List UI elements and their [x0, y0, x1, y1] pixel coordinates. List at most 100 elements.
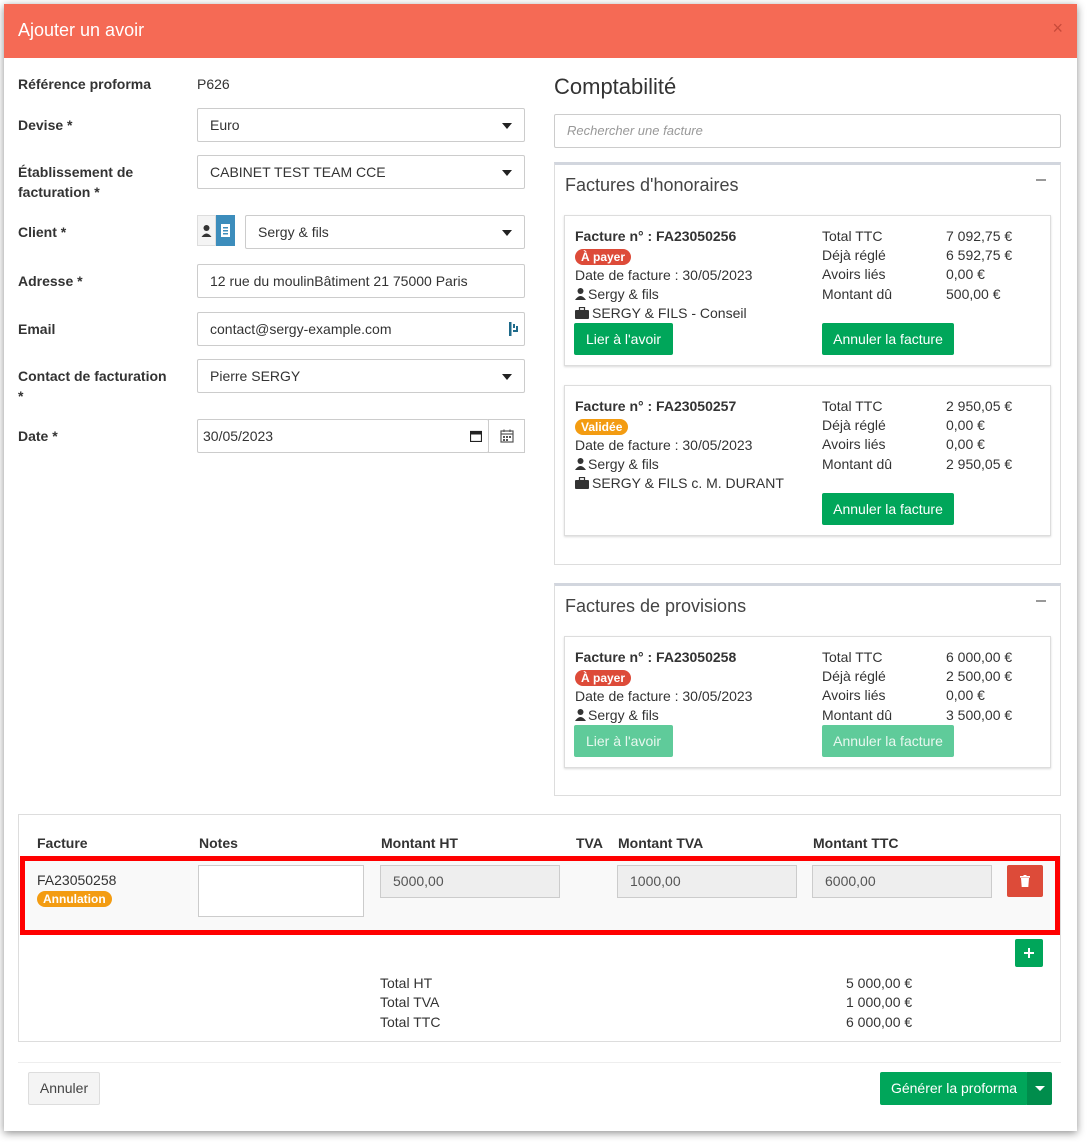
montant-ht-input[interactable]: 5000,00	[380, 865, 560, 898]
total-ttc-value: 7 092,75 €	[946, 228, 1013, 244]
modal-header: Ajouter un avoir ×	[4, 4, 1077, 58]
building-icon	[221, 224, 230, 237]
etab-value: CABINET TEST TEAM CCE	[210, 164, 386, 180]
montant-du-label: Montant dû	[822, 456, 893, 472]
user-icon	[575, 288, 586, 300]
honoraires-panel: Factures d'honoraires Facture n° : FA230…	[554, 162, 1061, 565]
invoice-card-1: Facture n° : FA23050256 À payer Date de …	[564, 215, 1051, 366]
avoirs-lies-label: Avoirs liés	[822, 266, 886, 282]
total-ttc-label: Total TTC	[380, 1014, 441, 1030]
compta-title: Comptabilité	[554, 74, 677, 99]
deja-regle-value: 2 500,00 €	[946, 668, 1013, 684]
contact-label: Contact de facturation *	[18, 366, 167, 406]
montant-du-label: Montant dû	[822, 707, 893, 723]
avoirs-lies-value: 0,00 €	[946, 687, 985, 703]
montant-du-value: 500,00 €	[946, 286, 1001, 302]
annulation-badge: Annulation	[37, 891, 112, 907]
status-badge: Validée	[575, 419, 629, 435]
devise-value: Euro	[210, 117, 240, 133]
close-icon[interactable]: ×	[1052, 18, 1063, 39]
total-ht-label: Total HT	[380, 975, 433, 991]
user-icon	[201, 225, 212, 237]
invoice-card-3: Facture n° : FA23050258 À payer Date de …	[564, 636, 1051, 768]
avoirs-lies-label: Avoirs liés	[822, 436, 886, 452]
cancel-invoice-button[interactable]: Annuler la facture	[822, 323, 954, 355]
adresse-label: Adresse *	[18, 273, 83, 289]
header-tva: TVA	[576, 835, 603, 851]
trash-icon	[1020, 875, 1030, 887]
client-select[interactable]: Sergy & fils	[245, 215, 525, 249]
montant-tva-input[interactable]: 1000,00	[617, 865, 797, 898]
honoraires-title: Factures d'honoraires	[565, 175, 739, 195]
contact-value: Pierre SERGY	[210, 368, 301, 384]
header-notes: Notes	[199, 835, 238, 851]
devise-label: Devise *	[18, 117, 73, 133]
contact-select[interactable]: Pierre SERGY	[197, 359, 525, 393]
company-toggle-button[interactable]	[216, 215, 235, 246]
minus-icon[interactable]	[1036, 179, 1046, 181]
modal-title: Ajouter un avoir	[18, 20, 145, 40]
montant-du-value: 2 950,05 €	[946, 456, 1013, 472]
table-row: FA23050258 Annulation 5000,00 1000,00 60…	[20, 856, 1060, 935]
user-icon	[575, 458, 586, 470]
client-value: Sergy & fils	[258, 224, 329, 240]
date-input[interactable]: 30/05/2023	[197, 419, 489, 453]
etab-label-line1: Établissement de	[18, 164, 134, 180]
avoirs-lies-value: 0,00 €	[946, 266, 985, 282]
devise-select[interactable]: Euro	[197, 108, 525, 142]
invoice-client: Sergy & fils	[575, 706, 659, 725]
link-invoice-button[interactable]: Lier à l'avoir	[574, 323, 673, 355]
status-badge: À payer	[575, 249, 632, 265]
add-row-button[interactable]	[1015, 939, 1043, 967]
calendar-picker-icon[interactable]	[470, 430, 482, 442]
cancel-invoice-button[interactable]: Annuler la facture	[822, 725, 954, 757]
minus-icon[interactable]	[1036, 600, 1046, 602]
calendar-button[interactable]	[488, 419, 525, 453]
chevron-down-icon	[502, 123, 512, 129]
total-ttc-label: Total TTC	[822, 228, 883, 244]
plus-icon	[1024, 948, 1034, 958]
cancel-invoice-button[interactable]: Annuler la facture	[822, 493, 954, 525]
header-montant-ht: Montant HT	[381, 835, 458, 851]
cancel-button[interactable]: Annuler	[28, 1072, 100, 1105]
person-toggle-button[interactable]	[197, 215, 216, 246]
date-value: 30/05/2023	[203, 428, 274, 444]
invoice-mission: SERGY & FILS - Conseil	[575, 304, 747, 323]
client-name: Sergy & fils	[588, 286, 659, 302]
generate-options-button[interactable]	[1027, 1072, 1052, 1105]
user-icon	[575, 709, 586, 721]
invoice-date: Date de facture : 30/05/2023	[575, 267, 753, 283]
contact-card-icon[interactable]	[508, 321, 520, 337]
delete-row-button[interactable]	[1007, 865, 1043, 897]
deja-regle-value: 6 592,75 €	[946, 247, 1013, 263]
chevron-down-icon	[502, 374, 512, 380]
invoice-card-2: Facture n° : FA23050257 Validée Date de …	[564, 385, 1051, 536]
total-tva-label: Total TVA	[380, 994, 440, 1010]
deja-regle-value: 0,00 €	[946, 417, 985, 433]
caret-down-icon	[1035, 1086, 1045, 1091]
header-facture: Facture	[37, 835, 88, 851]
total-ttc-value: 6 000,00 €	[946, 649, 1013, 665]
mission-name: SERGY & FILS - Conseil	[592, 305, 747, 321]
etab-select[interactable]: CABINET TEST TEAM CCE	[197, 155, 525, 189]
montant-ttc-input[interactable]: 6000,00	[812, 865, 992, 898]
link-invoice-button[interactable]: Lier à l'avoir	[574, 725, 673, 757]
invoice-mission: SERGY & FILS c. M. DURANT	[575, 474, 784, 493]
adresse-input[interactable]: 12 rue du moulinBâtiment 21 75000 Paris	[197, 264, 525, 298]
etab-label: Établissement de facturation *	[18, 162, 133, 202]
deja-regle-label: Déjà réglé	[822, 247, 886, 263]
deja-regle-label: Déjà réglé	[822, 668, 886, 684]
invoice-number: Facture n° : FA23050256	[575, 228, 737, 244]
notes-textarea[interactable]	[198, 865, 364, 917]
email-input[interactable]: contact@sergy-example.com	[197, 312, 525, 346]
briefcase-icon	[575, 476, 589, 489]
deja-regle-label: Déjà réglé	[822, 417, 886, 433]
invoice-search-input[interactable]: Rechercher une facture	[554, 114, 1061, 148]
mission-name: SERGY & FILS c. M. DURANT	[592, 475, 784, 491]
provisions-panel: Factures de provisions Facture n° : FA23…	[554, 583, 1061, 796]
email-label: Email	[18, 321, 56, 337]
ref-label: Référence proforma	[18, 76, 152, 92]
generate-proforma-button[interactable]: Générer la proforma	[880, 1072, 1028, 1105]
invoice-date: Date de facture : 30/05/2023	[575, 688, 753, 704]
header-montant-tva: Montant TVA	[618, 835, 704, 851]
